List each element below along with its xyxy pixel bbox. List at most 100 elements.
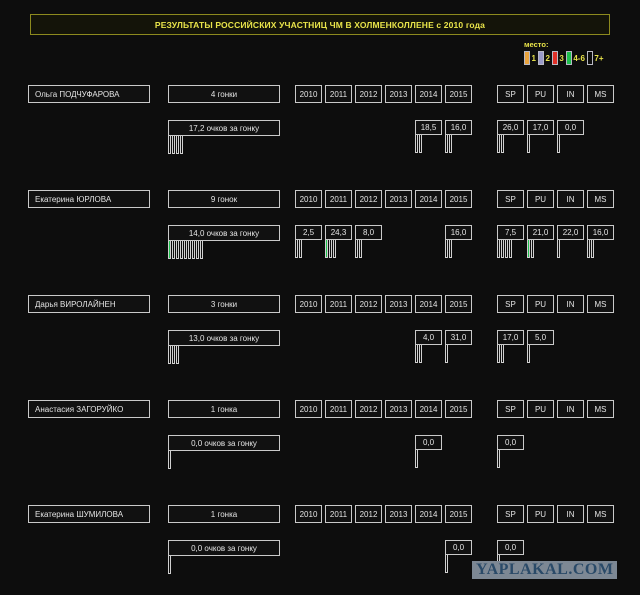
- result-bar: [168, 451, 171, 469]
- result-value: 16,0: [445, 120, 472, 135]
- result-bar: [176, 346, 179, 364]
- discipline-header-SP[interactable]: SP: [497, 400, 524, 418]
- result-bars: [497, 240, 524, 258]
- result-bars: [527, 240, 554, 258]
- legend-swatch-icon: [524, 51, 530, 65]
- result-bar: [449, 240, 452, 258]
- result-bar: [176, 136, 179, 154]
- legend-item-3: 3: [551, 51, 564, 65]
- result-bar: [557, 240, 560, 258]
- discipline-header-IN[interactable]: IN: [557, 190, 584, 208]
- year-header-2011[interactable]: 2011: [325, 190, 352, 208]
- athlete-name: Дарья ВИРОЛАЙНЕН: [28, 295, 150, 313]
- result-bar: [200, 241, 203, 259]
- athlete-average-points: 14,0 очков за гонку: [168, 225, 280, 241]
- result-bar: [501, 135, 504, 153]
- result-bar: [497, 240, 500, 258]
- year-header-2010[interactable]: 2010: [295, 295, 322, 313]
- year-header-2011[interactable]: 2011: [325, 505, 352, 523]
- discipline-header-SP[interactable]: SP: [497, 505, 524, 523]
- year-header-2013[interactable]: 2013: [385, 505, 412, 523]
- result-bars: [445, 135, 472, 153]
- year-header-2013[interactable]: 2013: [385, 85, 412, 103]
- year-header-2010[interactable]: 2010: [295, 505, 322, 523]
- infographic-root: РЕЗУЛЬТАТЫ РОССИЙСКИХ УЧАСТНИЦ ЧМ В ХОЛМ…: [0, 0, 640, 595]
- year-header-2014[interactable]: 2014: [415, 295, 442, 313]
- discipline-header-PU[interactable]: PU: [527, 85, 554, 103]
- legend-item-2: 2: [537, 51, 550, 65]
- year-header-2012[interactable]: 2012: [355, 190, 382, 208]
- result-bar: [333, 240, 336, 258]
- year-header-2010[interactable]: 2010: [295, 400, 322, 418]
- discipline-header-PU[interactable]: PU: [527, 190, 554, 208]
- legend-items: 1 2 3 4-6 7+: [520, 51, 635, 65]
- result-bar: [415, 135, 418, 153]
- discipline-header-MS[interactable]: MS: [587, 295, 614, 313]
- discipline-header-IN[interactable]: IN: [557, 295, 584, 313]
- year-header-2011[interactable]: 2011: [325, 295, 352, 313]
- athlete-name: Ольга ПОДЧУФАРОВА: [28, 85, 150, 103]
- discipline-header-SP[interactable]: SP: [497, 295, 524, 313]
- result-bar: [359, 240, 362, 258]
- result-bar: [527, 240, 530, 258]
- result-bars: [445, 240, 472, 258]
- discipline-header-SP[interactable]: SP: [497, 190, 524, 208]
- year-header-2015[interactable]: 2015: [445, 85, 472, 103]
- result-bars: [497, 135, 524, 153]
- year-header-2011[interactable]: 2011: [325, 400, 352, 418]
- result-value: 4,0: [415, 330, 442, 345]
- discipline-header-SP[interactable]: SP: [497, 85, 524, 103]
- year-header-2014[interactable]: 2014: [415, 190, 442, 208]
- discipline-header-MS[interactable]: MS: [587, 505, 614, 523]
- result-bar: [587, 240, 590, 258]
- result-bars: [415, 345, 442, 363]
- discipline-header-MS[interactable]: MS: [587, 85, 614, 103]
- result-bar: [180, 136, 183, 154]
- year-header-2012[interactable]: 2012: [355, 400, 382, 418]
- year-header-2013[interactable]: 2013: [385, 295, 412, 313]
- year-header-2013[interactable]: 2013: [385, 190, 412, 208]
- year-header-2012[interactable]: 2012: [355, 505, 382, 523]
- result-bar: [168, 241, 171, 259]
- year-header-2015[interactable]: 2015: [445, 295, 472, 313]
- discipline-header-IN[interactable]: IN: [557, 505, 584, 523]
- result-bar: [419, 135, 422, 153]
- year-header-2010[interactable]: 2010: [295, 85, 322, 103]
- year-header-2015[interactable]: 2015: [445, 190, 472, 208]
- discipline-header-PU[interactable]: PU: [527, 505, 554, 523]
- result-bar: [168, 346, 171, 364]
- discipline-header-MS[interactable]: MS: [587, 400, 614, 418]
- result-value: 17,0: [497, 330, 524, 345]
- result-bar: [445, 345, 448, 363]
- result-flag-2015: 16,0: [445, 225, 472, 258]
- athlete-summary-bars: [168, 241, 204, 259]
- year-header-2014[interactable]: 2014: [415, 505, 442, 523]
- result-value: 24,3: [325, 225, 352, 240]
- year-header-2014[interactable]: 2014: [415, 85, 442, 103]
- result-value: 0,0: [445, 540, 472, 555]
- discipline-header-PU[interactable]: PU: [527, 295, 554, 313]
- year-header-2015[interactable]: 2015: [445, 400, 472, 418]
- year-header-2014[interactable]: 2014: [415, 400, 442, 418]
- result-value: 0,0: [557, 120, 584, 135]
- year-header-2012[interactable]: 2012: [355, 295, 382, 313]
- discipline-header-MS[interactable]: MS: [587, 190, 614, 208]
- result-bars: [527, 345, 554, 363]
- result-bars: [497, 450, 524, 468]
- discipline-header-IN[interactable]: IN: [557, 85, 584, 103]
- athlete-summary-bars: [168, 451, 172, 469]
- year-header-2013[interactable]: 2013: [385, 400, 412, 418]
- result-bar: [168, 136, 171, 154]
- discipline-header-IN[interactable]: IN: [557, 400, 584, 418]
- year-header-2015[interactable]: 2015: [445, 505, 472, 523]
- athlete-block: Дарья ВИРОЛАЙНЕН 3 гонки 13,0 очков за гон…: [0, 295, 640, 395]
- year-header-2010[interactable]: 2010: [295, 190, 322, 208]
- year-header-2012[interactable]: 2012: [355, 85, 382, 103]
- athlete-summary-bars: [168, 346, 180, 364]
- result-flag-2011: 24,3: [325, 225, 352, 258]
- result-bar: [501, 345, 504, 363]
- result-flag-2012: 8,0: [355, 225, 382, 258]
- result-flag-IN: 22,0: [557, 225, 584, 258]
- year-header-2011[interactable]: 2011: [325, 85, 352, 103]
- discipline-header-PU[interactable]: PU: [527, 400, 554, 418]
